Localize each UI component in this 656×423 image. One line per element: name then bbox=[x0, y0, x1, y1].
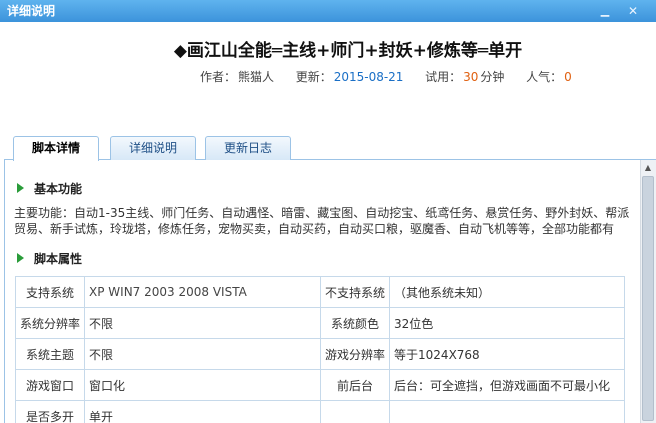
triangle-bullet-icon bbox=[17, 253, 24, 263]
attr-key: 不支持系统 bbox=[320, 276, 391, 308]
attr-value: 不限 bbox=[84, 307, 322, 339]
script-header: ◆画江山全能═主线+师门+封妖+修炼等═单开 作者： 熊猫人 更新： 2015-08… bbox=[0, 22, 656, 134]
basic-functions-description: 主要功能：自动1-35主线、师门任务、自动遇怪、暗雷、藏宝图、自动挖宝、纸鸢任务… bbox=[14, 206, 630, 236]
attr-value: 等于1024X768 bbox=[389, 338, 625, 370]
window-title: 详细说明 bbox=[7, 4, 56, 18]
table-row: 系统主题 不限 游戏分辨率 等于1024X768 bbox=[14, 338, 625, 370]
update-date: 2015-08-21 bbox=[333, 70, 404, 84]
trial-unit: 分钟 bbox=[480, 70, 505, 84]
attr-key: 系统颜色 bbox=[320, 307, 391, 339]
script-title: ◆画江山全能═主线+师门+封妖+修炼等═单开 bbox=[173, 41, 523, 61]
tab-content: 基本功能 主要功能：自动1-35主线、师门任务、自动遇怪、暗雷、藏宝图、自动挖宝… bbox=[4, 160, 656, 423]
script-meta: 作者： 熊猫人 更新： 2015-08-21 试用： 30 分钟 人气： 0 bbox=[200, 68, 574, 85]
scroll-up-arrow-icon[interactable]: ▲ bbox=[641, 162, 655, 174]
section-script-attributes: 脚本属性 bbox=[17, 250, 82, 267]
table-row: 是否多开 单开 bbox=[14, 400, 625, 423]
trial-label: 试用： bbox=[425, 70, 462, 84]
attributes-table: 支持系统 XP WIN7 2003 2008 VISTA 不支持系统 （其他系统… bbox=[14, 276, 625, 423]
attr-key: 系统主题 bbox=[14, 338, 86, 370]
section-basic-functions: 基本功能 bbox=[17, 180, 82, 197]
scrollbar-thumb[interactable] bbox=[642, 176, 654, 421]
section-attr-title: 脚本属性 bbox=[34, 252, 83, 266]
attr-value: 单开 bbox=[84, 400, 322, 423]
author-label: 作者： bbox=[200, 70, 237, 84]
popularity-label: 人气： bbox=[526, 70, 563, 84]
table-row: 系统分辨率 不限 系统颜色 32位色 bbox=[14, 307, 625, 339]
close-icon[interactable]: ✕ bbox=[624, 3, 642, 19]
trial-value: 30 bbox=[463, 70, 479, 84]
attr-key: 游戏分辨率 bbox=[320, 338, 391, 370]
attr-value: 32位色 bbox=[389, 307, 625, 339]
table-row: 支持系统 XP WIN7 2003 2008 VISTA 不支持系统 （其他系统… bbox=[14, 276, 625, 308]
tab-script-details[interactable]: 脚本详情 bbox=[13, 136, 99, 161]
attr-key: 系统分辨率 bbox=[14, 307, 86, 339]
popularity-value: 0 bbox=[564, 70, 572, 84]
tab-detailed-description[interactable]: 详细说明 bbox=[110, 136, 196, 160]
update-label: 更新： bbox=[295, 70, 332, 84]
section-basic-title: 基本功能 bbox=[34, 182, 83, 196]
tab-bar: 脚本详情 详细说明 更新日志 bbox=[4, 134, 656, 161]
triangle-bullet-icon bbox=[17, 183, 24, 193]
attr-value bbox=[389, 400, 625, 423]
attr-key bbox=[320, 400, 391, 423]
attr-value: （其他系统未知） bbox=[389, 276, 625, 308]
vertical-scrollbar[interactable]: ▲ bbox=[640, 160, 656, 423]
attr-key: 游戏窗口 bbox=[14, 369, 86, 401]
attr-key: 支持系统 bbox=[14, 276, 86, 308]
table-row: 游戏窗口 窗口化 前后台 后台：可全遮挡，但游戏画面不可最小化 bbox=[14, 369, 625, 401]
attr-key: 前后台 bbox=[320, 369, 391, 401]
attr-value: 窗口化 bbox=[84, 369, 322, 401]
minimize-icon[interactable]: ▁ bbox=[596, 3, 614, 19]
attr-key: 是否多开 bbox=[14, 400, 86, 423]
author-value: 熊猫人 bbox=[238, 70, 275, 84]
attr-value: 后台：可全遮挡，但游戏画面不可最小化 bbox=[389, 369, 625, 401]
window-titlebar[interactable]: 详细说明 ▁ ✕ bbox=[0, 0, 656, 22]
tab-update-log[interactable]: 更新日志 bbox=[205, 136, 291, 160]
attr-value: XP WIN7 2003 2008 VISTA bbox=[84, 276, 322, 308]
attr-value: 不限 bbox=[84, 338, 322, 370]
